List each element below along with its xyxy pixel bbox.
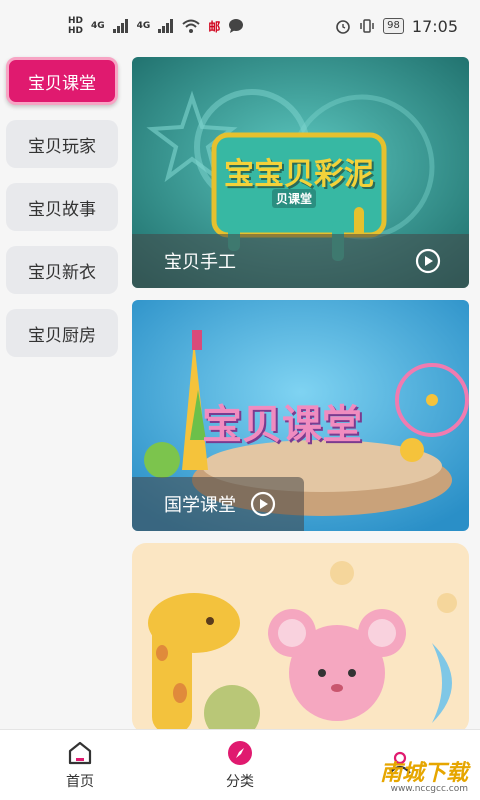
vibrate-icon — [360, 19, 374, 33]
course-card-handcraft[interactable]: 宝宝贝彩泥 贝课堂 宝贝手工 — [132, 57, 469, 288]
nav-home-label: 首页 — [66, 774, 94, 790]
play-icon[interactable] — [250, 491, 276, 517]
nav-category-label: 分类 — [226, 774, 254, 790]
sidebar-item-baby-stories[interactable]: 宝贝故事 — [6, 183, 118, 231]
animals-thumbnail — [132, 543, 469, 733]
hd-label-2: HD — [68, 26, 84, 36]
handcraft-thumbnail-subtext: 贝课堂 — [272, 189, 317, 208]
signal-icon-2 — [158, 19, 174, 33]
content-list: 宝宝贝彩泥 贝课堂 宝贝手工 宝贝课堂 国学课堂 — [132, 57, 469, 745]
home-icon — [68, 741, 92, 765]
status-left: HD HD 4G 4G 邮 — [68, 16, 244, 36]
watermark-logo-text: 南城下载 — [379, 761, 468, 786]
guoxue-thumbnail-text: 宝贝课堂 — [202, 402, 362, 448]
site-watermark: 南城下载 www.nccgcc.com — [380, 763, 468, 794]
handcraft-thumbnail-text: 宝宝贝彩泥 — [224, 157, 374, 192]
card-caption-bar: 国学课堂 — [132, 477, 304, 531]
status-bar: HD HD 4G 4G 邮 98 17:05 — [0, 0, 480, 52]
nav-category[interactable]: 分类 — [180, 739, 300, 791]
hd-indicators: HD HD — [68, 16, 83, 36]
alarm-icon — [336, 20, 350, 34]
sidebar-item-baby-classroom[interactable]: 宝贝课堂 — [6, 57, 118, 105]
play-icon[interactable] — [415, 248, 441, 274]
compass-icon — [228, 741, 252, 765]
card-title: 国学课堂 — [164, 495, 236, 516]
battery-indicator: 98 — [383, 18, 404, 34]
course-card-guoxue[interactable]: 宝贝课堂 国学课堂 — [132, 300, 469, 531]
card-title: 宝贝手工 — [164, 252, 236, 273]
wifi-icon — [182, 19, 200, 33]
sidebar-item-baby-player[interactable]: 宝贝玩家 — [6, 120, 118, 168]
clock-time: 17:05 — [411, 16, 458, 36]
sidebar-item-baby-kitchen[interactable]: 宝贝厨房 — [6, 309, 118, 357]
watermark-url: www.nccgcc.com — [390, 784, 468, 794]
nav-home[interactable]: 首页 — [20, 739, 140, 791]
hd-label-1: HD — [68, 16, 84, 26]
status-right: 98 17:05 — [335, 17, 458, 36]
category-sidebar: 宝贝课堂 宝贝玩家 宝贝故事 宝贝新衣 宝贝厨房 — [6, 57, 120, 372]
chat-icon — [229, 19, 244, 33]
card-caption-bar: 宝贝手工 — [132, 234, 469, 288]
sidebar-item-baby-clothes[interactable]: 宝贝新衣 — [6, 246, 118, 294]
post-app-icon: 邮 — [208, 19, 221, 34]
signal-label-2: 4G — [136, 21, 151, 31]
course-card-animals[interactable] — [132, 543, 469, 733]
signal-icon — [112, 19, 128, 33]
signal-label-1: 4G — [91, 21, 105, 31]
